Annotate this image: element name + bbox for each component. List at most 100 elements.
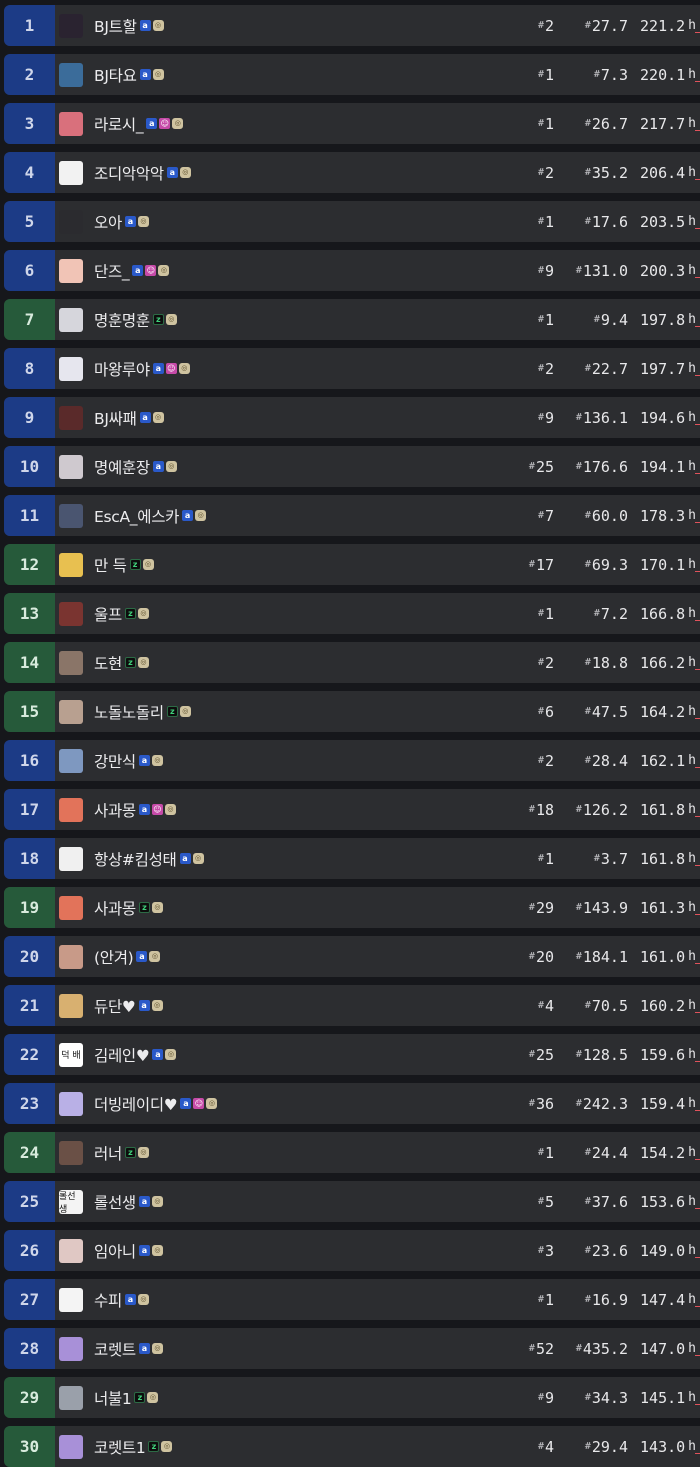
streamer-name[interactable]: 라로시_ [94, 113, 144, 135]
streamer-name[interactable]: 사과몽 [94, 799, 136, 821]
avatar[interactable] [59, 503, 83, 528]
ranking-row[interactable]: 13 울프 z ◎ #1 #7.2 166.8 h [4, 593, 700, 634]
streamer-name[interactable]: (안겨) [94, 946, 134, 968]
streamer-name[interactable]: 임아니 [94, 1240, 136, 1262]
ranking-row[interactable]: 19 사과몽 z ◎ #29 #143.9 161.3 h [4, 887, 700, 928]
avatar[interactable] [59, 601, 83, 626]
streamer-name[interactable]: 강만식 [94, 750, 136, 772]
progress-indicator [695, 1257, 700, 1258]
ranking-row[interactable]: 27 수피 a ◎ #1 #16.9 147.4 h [4, 1279, 700, 1320]
ranking-row[interactable]: 25 롤선생 롤선생 a ◎ #5 #37.6 153.6 h [4, 1181, 700, 1222]
progress-indicator [695, 277, 700, 278]
ranking-row[interactable]: 28 코렛트 a ◎ #52 #435.2 147.0 h [4, 1328, 700, 1369]
avatar[interactable] [59, 13, 83, 38]
streamer-name[interactable]: 노돌노돌리 [94, 701, 164, 723]
ranking-row[interactable]: 29 너불1 z ◎ #9 #34.3 145.1 h [4, 1377, 700, 1418]
streamer-name[interactable]: 사과몽 [94, 897, 136, 919]
avatar[interactable] [59, 111, 83, 136]
ranking-row[interactable]: 9 BJ싸패 a ◎ #9 #136.1 194.6 h [4, 397, 700, 438]
ranking-row[interactable]: 2 BJ타요 a ◎ #1 #7.3 220.1 h [4, 54, 700, 95]
avatar[interactable] [59, 797, 83, 822]
ranking-row[interactable]: 11 EscA_에스카 a ◎ #7 #60.0 178.3 h [4, 495, 700, 536]
streamer-name[interactable]: BJ싸패 [94, 407, 137, 429]
streamer-name[interactable]: 항상#킴성태 [94, 848, 177, 870]
streamer-name[interactable]: 롤선생 [94, 1191, 136, 1213]
avatar[interactable] [59, 1140, 83, 1165]
avatar[interactable] [59, 993, 83, 1018]
streamer-name[interactable]: 단즈_ [94, 260, 130, 282]
ranking-row[interactable]: 4 조디악악악 a ◎ #2 #35.2 206.4 h [4, 152, 700, 193]
avatar[interactable]: 롤선생 [59, 1189, 83, 1214]
ranking-row[interactable]: 18 항상#킴성태 a ◎ #1 #3.7 161.8 h [4, 838, 700, 879]
streamer-name[interactable]: 조디악악악 [94, 162, 164, 184]
avatar[interactable]: 덕 배 [59, 1042, 83, 1067]
ranking-row[interactable]: 12 만 득 z ◎ #17 #69.3 170.1 h [4, 544, 700, 585]
platform-a-icon: a [139, 20, 151, 31]
streamer-name[interactable]: 김레인♥ [94, 1044, 150, 1066]
streamer-name[interactable]: 명훈명훈 [94, 309, 150, 331]
avatar[interactable] [59, 846, 83, 871]
hours-value: 161.8 [640, 800, 686, 819]
average-stat: #18.8 [585, 642, 628, 683]
avatar[interactable] [59, 552, 83, 577]
avatar[interactable] [59, 895, 83, 920]
avatar[interactable] [59, 1091, 83, 1116]
avatar[interactable] [59, 699, 83, 724]
streamer-name[interactable]: 도현 [94, 652, 122, 674]
avatar[interactable] [59, 1385, 83, 1410]
ranking-row[interactable]: 23 더빙레이디♥ a ☺ ◎ #36 #242.3 159.4 h [4, 1083, 700, 1124]
streamer-name[interactable]: 러너 [94, 1142, 122, 1164]
streamer-name[interactable]: 너불1 [94, 1387, 132, 1409]
ranking-row[interactable]: 26 임아니 a ◎ #3 #23.6 149.0 h [4, 1230, 700, 1271]
ranking-row[interactable]: 24 러너 z ◎ #1 #24.4 154.2 h [4, 1132, 700, 1173]
average-value: 37.6 [591, 1192, 628, 1211]
avatar[interactable] [59, 650, 83, 675]
ranking-row[interactable]: 7 명훈명훈 z ◎ #1 #9.4 197.8 h [4, 299, 700, 340]
streamer-name[interactable]: BJ트할 [94, 15, 137, 37]
coin-icon: ◎ [142, 559, 154, 570]
avatar[interactable] [59, 356, 83, 381]
avatar[interactable] [59, 307, 83, 332]
streamer-name[interactable]: 코렛트1 [94, 1436, 146, 1458]
streamer-name[interactable]: 마왕루야 [94, 358, 150, 380]
ranking-row[interactable]: 3 라로시_ a ☺ ◎ #1 #26.7 217.7 h [4, 103, 700, 144]
avatar[interactable] [59, 62, 83, 87]
ranking-row[interactable]: 1 BJ트할 a ◎ #2 #27.7 221.2 h [4, 5, 700, 46]
avatar[interactable] [59, 209, 83, 234]
avatar[interactable] [59, 160, 83, 185]
avatar[interactable] [59, 1434, 83, 1459]
streamer-name[interactable]: 명예훈장 [94, 456, 150, 478]
streamer-name[interactable]: 더빙레이디♥ [94, 1093, 178, 1115]
ranking-row[interactable]: 16 강만식 a ◎ #2 #28.4 162.1 h [4, 740, 700, 781]
ranking-row[interactable]: 21 듀단♥ a ◎ #4 #70.5 160.2 h [4, 985, 700, 1026]
streamer-name[interactable]: 오아 [94, 211, 122, 233]
ranking-row[interactable]: 8 마왕루야 a ☺ ◎ #2 #22.7 197.7 h [4, 348, 700, 389]
avatar[interactable] [59, 1238, 83, 1263]
position-value: 25 [535, 457, 554, 476]
ranking-row[interactable]: 10 명예훈장 a ◎ #25 #176.6 194.1 h [4, 446, 700, 487]
ranking-row[interactable]: 17 사과몽 a ☺ ◎ #18 #126.2 161.8 h [4, 789, 700, 830]
streamer-name[interactable]: 만 득 [94, 554, 127, 576]
avatar[interactable] [59, 258, 83, 283]
avatar[interactable] [59, 1336, 83, 1361]
streamer-name[interactable]: 듀단♥ [94, 995, 136, 1017]
average-value: 7.3 [600, 65, 628, 84]
avatar[interactable] [59, 748, 83, 773]
ranking-row[interactable]: 22 덕 배 김레인♥ a ◎ #25 #128.5 159.6 h [4, 1034, 700, 1075]
avatar[interactable] [59, 454, 83, 479]
streamer-name[interactable]: 울프 [94, 603, 122, 625]
ranking-row[interactable]: 20 (안겨) a ◎ #20 #184.1 161.0 h [4, 936, 700, 977]
avatar[interactable] [59, 944, 83, 969]
hours-unit: h [688, 312, 696, 327]
ranking-row[interactable]: 30 코렛트1 z ◎ #4 #29.4 143.0 h [4, 1426, 700, 1467]
streamer-name[interactable]: EscA_에스카 [94, 505, 179, 527]
ranking-row[interactable]: 14 도현 z ◎ #2 #18.8 166.2 h [4, 642, 700, 683]
streamer-name[interactable]: BJ타요 [94, 64, 137, 86]
ranking-row[interactable]: 5 오아 a ◎ #1 #17.6 203.5 h [4, 201, 700, 242]
streamer-name[interactable]: 수피 [94, 1289, 122, 1311]
ranking-row[interactable]: 6 단즈_ a ☺ ◎ #9 #131.0 200.3 h [4, 250, 700, 291]
avatar[interactable] [59, 1287, 83, 1312]
ranking-row[interactable]: 15 노돌노돌리 z ◎ #6 #47.5 164.2 h [4, 691, 700, 732]
avatar[interactable] [59, 405, 83, 430]
streamer-name[interactable]: 코렛트 [94, 1338, 136, 1360]
